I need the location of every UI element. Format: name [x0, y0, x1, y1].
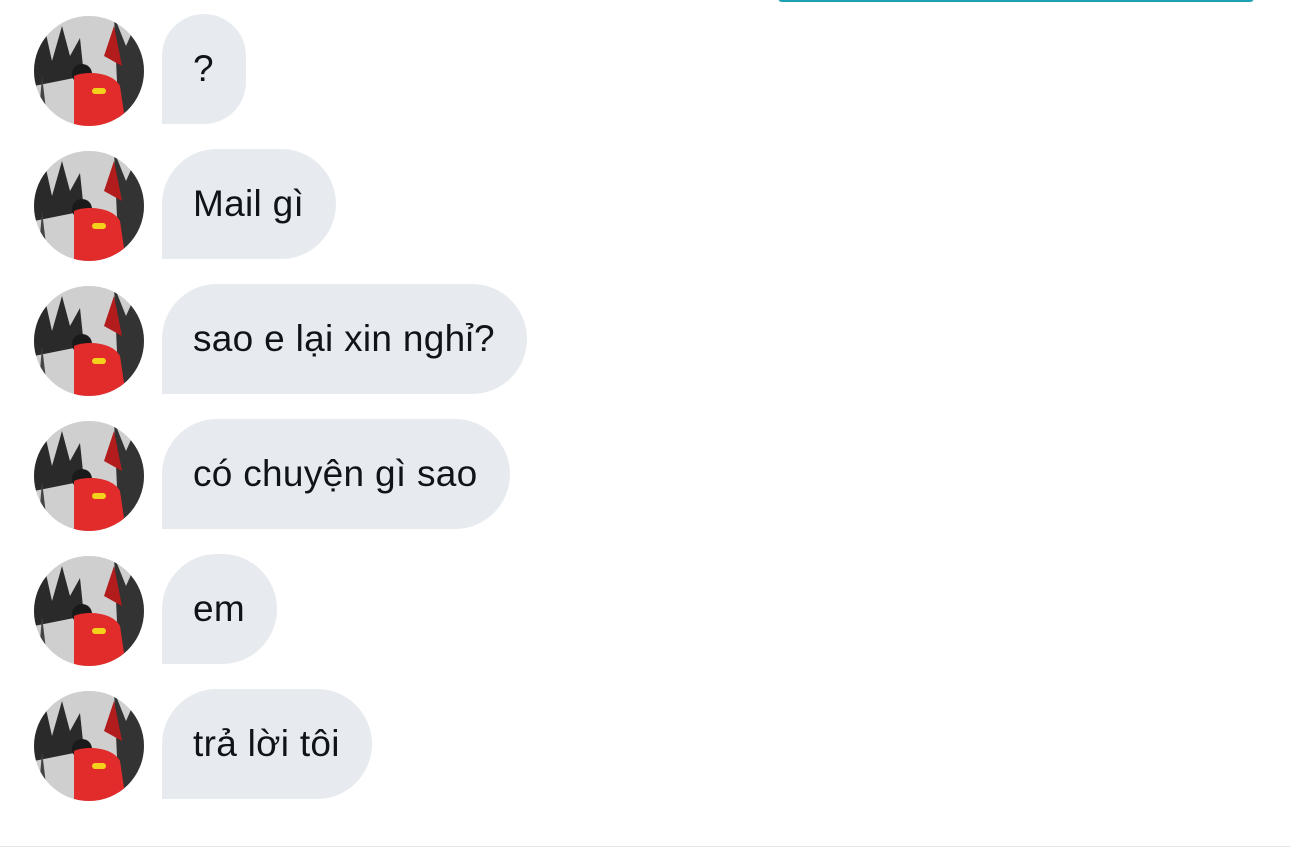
message-thread: ? Mail gì sao e lại xin nghỉ? có chuyện …: [34, 14, 1290, 824]
sender-avatar[interactable]: [34, 691, 144, 801]
sender-avatar[interactable]: [34, 421, 144, 531]
avatar-image: [34, 421, 144, 531]
message-bubble[interactable]: sao e lại xin nghỉ?: [162, 284, 527, 394]
avatar-image: [34, 151, 144, 261]
sender-avatar[interactable]: [34, 151, 144, 261]
message-bubble[interactable]: ?: [162, 14, 246, 124]
top-partial-bar: [778, 0, 1254, 2]
message-row: Mail gì: [34, 149, 1290, 261]
avatar-image: [34, 286, 144, 396]
divider: [0, 846, 1290, 847]
sender-avatar[interactable]: [34, 556, 144, 666]
message-bubble[interactable]: có chuyện gì sao: [162, 419, 510, 529]
avatar-image: [34, 691, 144, 801]
message-bubble[interactable]: Mail gì: [162, 149, 337, 259]
message-row: ?: [34, 14, 1290, 126]
message-row: sao e lại xin nghỉ?: [34, 284, 1290, 396]
message-row: trả lời tôi: [34, 689, 1290, 801]
avatar-image: [34, 16, 144, 126]
sender-avatar[interactable]: [34, 286, 144, 396]
message-bubble[interactable]: em: [162, 554, 277, 664]
message-row: em: [34, 554, 1290, 666]
message-row: có chuyện gì sao: [34, 419, 1290, 531]
sender-avatar[interactable]: [34, 16, 144, 126]
avatar-image: [34, 556, 144, 666]
message-bubble[interactable]: trả lời tôi: [162, 689, 372, 799]
